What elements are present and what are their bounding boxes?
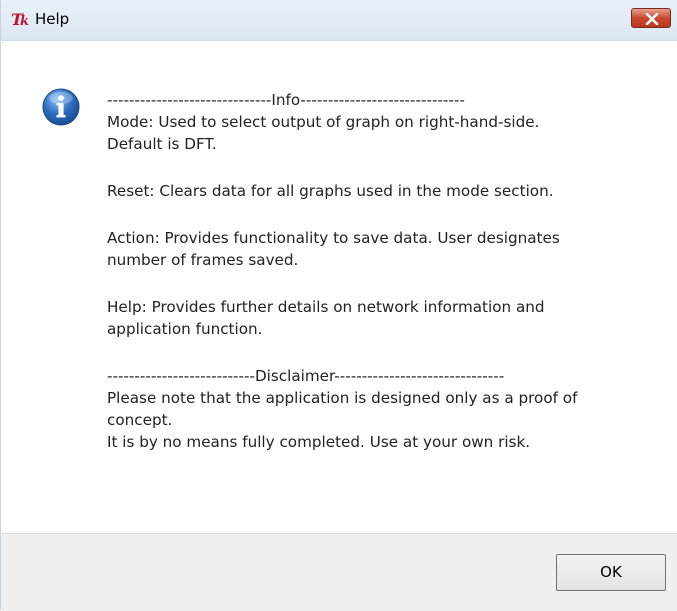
title-bar[interactable]: T k Help xyxy=(1,0,677,41)
message-line: Mode: Used to select output of graph on … xyxy=(107,113,540,131)
message-line: Default is DFT. xyxy=(107,135,217,153)
message-line: Reset: Clears data for all graphs used i… xyxy=(107,182,554,200)
info-icon xyxy=(41,87,81,127)
tk-feather-icon: T k xyxy=(11,9,33,29)
window-title: Help xyxy=(35,10,70,28)
message-line: It is by no means fully completed. Use a… xyxy=(107,433,531,451)
message-line: application function. xyxy=(107,320,263,338)
disclaimer-divider: ---------------------------Disclaimer---… xyxy=(107,367,505,385)
message-line: number of frames saved. xyxy=(107,251,299,269)
message-line: Please note that the application is desi… xyxy=(107,389,578,407)
button-bar: OK xyxy=(1,533,677,611)
message-line: Action: Provides functionality to save d… xyxy=(107,229,560,247)
close-button[interactable] xyxy=(631,8,671,28)
message-line: concept. xyxy=(107,411,173,429)
help-message: ------------------------------Info------… xyxy=(107,89,667,453)
message-line: Help: Provides further details on networ… xyxy=(107,298,545,316)
ok-button[interactable]: OK xyxy=(556,554,666,591)
svg-text:k: k xyxy=(20,14,29,29)
dialog-content: ------------------------------Info------… xyxy=(1,41,677,534)
close-icon xyxy=(645,13,659,25)
info-divider: ------------------------------Info------… xyxy=(107,91,465,109)
help-dialog-window: T k Help ------------------------------I… xyxy=(0,0,677,611)
